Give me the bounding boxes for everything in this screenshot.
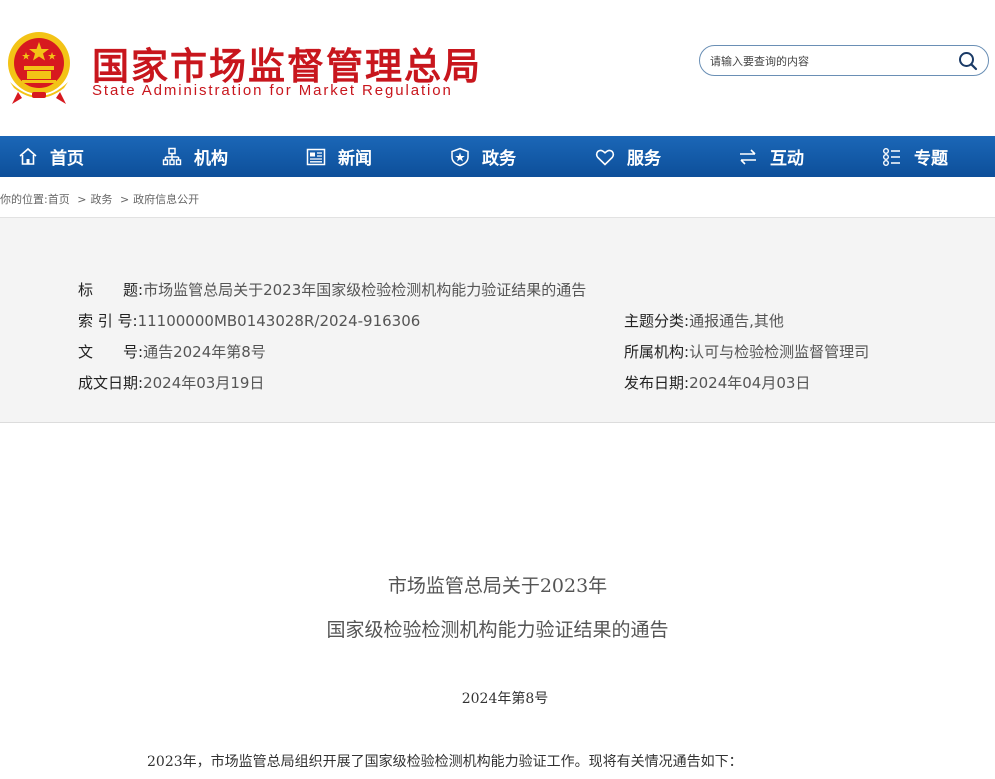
nav-label-services: 服务 (627, 149, 661, 169)
national-emblem-icon (8, 32, 70, 104)
search-box (699, 45, 989, 76)
topics-icon (883, 147, 900, 166)
nav-item-organization[interactable]: 机构 (162, 136, 228, 177)
meta-topic-row: 主题分类:通报通告,其他 (624, 310, 784, 331)
meta-organization-row: 所属机构:认可与检验检测监督管理司 (624, 341, 869, 362)
nav-item-services[interactable]: 服务 (595, 136, 661, 177)
meta-title-value: 市场监管总局关于2023年国家级检验检测机构能力验证结果的通告 (143, 281, 587, 299)
meta-index-row: 索 引 号:11100000MB0143028R/2024-916306 (78, 310, 420, 331)
nav-item-topics[interactable]: 专题 (882, 136, 948, 177)
nav-label-news: 新闻 (338, 149, 372, 169)
org-chart-icon (162, 147, 182, 165)
document-metadata-panel: 标 题:市场监管总局关于2023年国家级检验检测机构能力验证结果的通告 索 引 … (0, 218, 995, 423)
breadcrumb-home-link[interactable]: 首页 (48, 191, 70, 207)
breadcrumb-government-link[interactable]: 政务 (90, 191, 112, 207)
breadcrumb-prefix: 你的位置: (0, 193, 48, 206)
meta-created-date-label: 成文日期: (78, 374, 144, 392)
breadcrumb-info-disclosure-link[interactable]: 政府信息公开 (133, 191, 199, 207)
meta-published-date-value: 2024年04月03日 (689, 374, 811, 392)
meta-created-date-value: 2024年03月19日 (143, 374, 265, 392)
meta-index-label: 索 引 号: (78, 312, 138, 330)
meta-published-date-label: 发布日期: (624, 374, 690, 392)
main-nav: 首页 机构 新闻 政务 服务 互动 专题 (0, 136, 995, 177)
nav-item-interaction[interactable]: 互动 (738, 136, 804, 177)
meta-topic-value: 通报通告,其他 (689, 312, 784, 330)
search-input[interactable] (710, 52, 950, 70)
meta-published-date-row: 发布日期:2024年04月03日 (624, 372, 810, 393)
news-icon (306, 148, 326, 165)
nav-label-government-affairs: 政务 (482, 149, 516, 169)
nav-item-home[interactable]: 首页 (18, 136, 84, 177)
meta-doc-number-label: 文 号: (78, 343, 144, 361)
nav-label-organization: 机构 (194, 149, 228, 169)
exchange-icon (740, 148, 756, 165)
search-icon[interactable] (958, 51, 978, 71)
nav-item-news[interactable]: 新闻 (306, 136, 372, 177)
document-number: 2024年第8号 (461, 691, 549, 707)
meta-index-value: 11100000MB0143028R/2024-916306 (137, 312, 421, 330)
meta-organization-value: 认可与检验检测监督管理司 (689, 343, 870, 361)
government-icon (451, 147, 469, 166)
meta-title-label: 标 题: (78, 281, 144, 299)
meta-created-date-row: 成文日期:2024年03月19日 (78, 372, 264, 393)
meta-organization-label: 所属机构: (624, 343, 690, 361)
nav-label-home: 首页 (50, 149, 84, 169)
meta-doc-number-row: 文 号:通告2024年第8号 (78, 341, 266, 362)
breadcrumb-separator: > (119, 193, 130, 206)
meta-title-row: 标 题:市场监管总局关于2023年国家级检验检测机构能力验证结果的通告 (78, 279, 586, 300)
document-paragraph: 2023年，市场监管总局组织开展了国家级检验检测机构能力验证工作。现将有关情况通… (147, 754, 743, 770)
meta-doc-number-value: 通告2024年第8号 (143, 343, 266, 361)
heart-icon (595, 149, 615, 166)
site-subtitle: State Administration for Market Regulati… (92, 82, 453, 99)
nav-label-interaction: 互动 (770, 149, 804, 169)
site-header: 国家市场监督管理总局 State Administration for Mark… (0, 0, 995, 136)
nav-label-topics: 专题 (914, 149, 948, 169)
document-title-line-2: 国家级检验检测机构能力验证结果的通告 (326, 619, 669, 641)
document-title-line-1: 市场监管总局关于2023年 (387, 575, 608, 597)
meta-topic-label: 主题分类: (624, 312, 690, 330)
nav-item-government-affairs[interactable]: 政务 (450, 136, 516, 177)
breadcrumb: 你的位置:首页 > 政务 > 政府信息公开 (0, 191, 199, 207)
home-icon (19, 147, 37, 165)
breadcrumb-separator: > (77, 193, 87, 206)
